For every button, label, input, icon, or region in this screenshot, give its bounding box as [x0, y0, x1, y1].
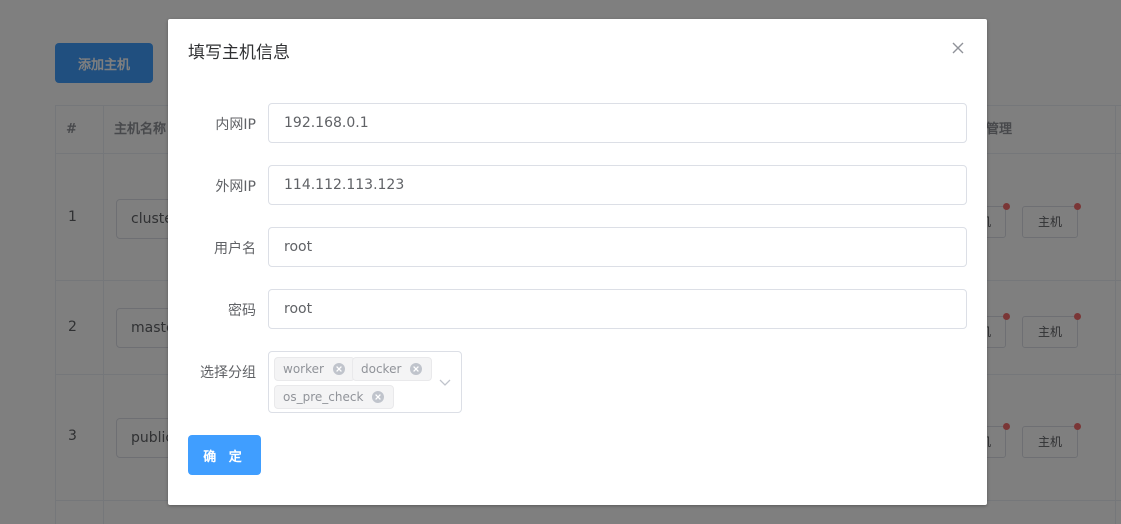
username-label: 用户名 [214, 241, 256, 257]
circle-x-icon[interactable] [371, 390, 385, 404]
group-tag: worker [274, 357, 355, 381]
inner-ip-label: 内网IP [215, 117, 256, 133]
username-input[interactable] [268, 227, 967, 267]
circle-x-icon[interactable] [332, 362, 346, 376]
inner-ip-input[interactable] [268, 103, 967, 143]
confirm-button[interactable]: 确 定 [188, 435, 261, 475]
tag-label: docker [361, 362, 402, 376]
group-tag: docker [352, 357, 433, 381]
tag-label: os_pre_check [283, 390, 364, 404]
host-info-dialog: 填写主机信息 内网IP 外网IP 用户名 密码 选择分组 worker dock… [168, 19, 987, 505]
chevron-down-icon[interactable] [439, 376, 451, 388]
password-input[interactable] [268, 289, 967, 329]
circle-x-icon[interactable] [409, 362, 423, 376]
close-icon[interactable] [949, 39, 967, 57]
group-select-label: 选择分组 [200, 365, 256, 381]
dialog-title: 填写主机信息 [188, 43, 290, 63]
outer-ip-input[interactable] [268, 165, 967, 205]
group-select[interactable]: worker docker os_pre_check [268, 351, 462, 413]
group-tag: os_pre_check [274, 385, 395, 409]
outer-ip-label: 外网IP [215, 179, 256, 195]
password-label: 密码 [228, 303, 256, 319]
tag-label: worker [283, 362, 324, 376]
